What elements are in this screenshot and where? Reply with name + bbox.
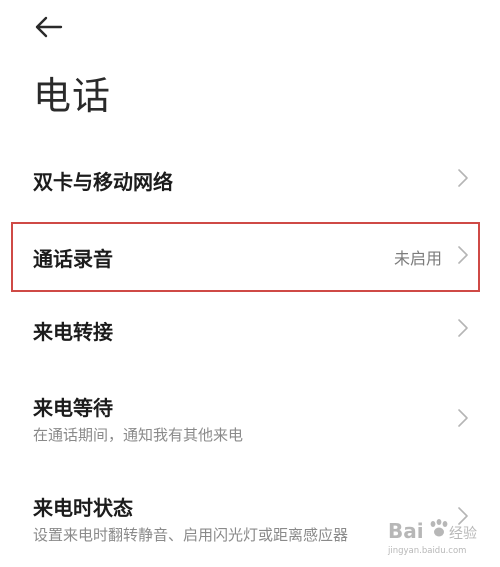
chevron-right-icon [458,169,468,187]
watermark-brand: Bai [388,519,424,543]
watermark-url: jingyan.baidu.com [387,546,466,556]
settings-item-call-recording[interactable]: 通话录音 未启用 [0,224,500,290]
chevron-right-icon [458,319,468,337]
arrow-left-icon [35,16,63,38]
chevron-right-icon [458,246,468,264]
page-title: 电话 [33,74,112,118]
watermark-brand-cn: 经验 [449,526,477,542]
settings-item-dual-sim[interactable]: 双卡与移动网络 [0,148,500,210]
settings-item-call-forwarding[interactable]: 来电转接 [0,298,500,360]
settings-item-value: 未启用 [393,249,442,268]
settings-item-label: 来电转接 [33,320,113,344]
settings-item-label: 来电时状态 [33,496,133,520]
settings-item-call-waiting[interactable]: 来电等待 在通话期间，通知我有其他来电 [0,380,500,458]
chevron-right-icon [458,409,468,427]
settings-item-description: 在通话期间，通知我有其他来电 [33,426,244,444]
baidu-watermark: Bai 经验 jingyan.baidu.com [386,513,478,557]
settings-item-description: 设置来电时翻转静音、启用闪光灯或距离感应器 [33,526,349,544]
settings-item-label: 来电等待 [33,396,113,420]
settings-item-label: 通话录音 [33,247,113,271]
settings-item-label: 双卡与移动网络 [33,170,173,194]
paw-icon [430,519,448,537]
back-button[interactable] [32,10,66,44]
